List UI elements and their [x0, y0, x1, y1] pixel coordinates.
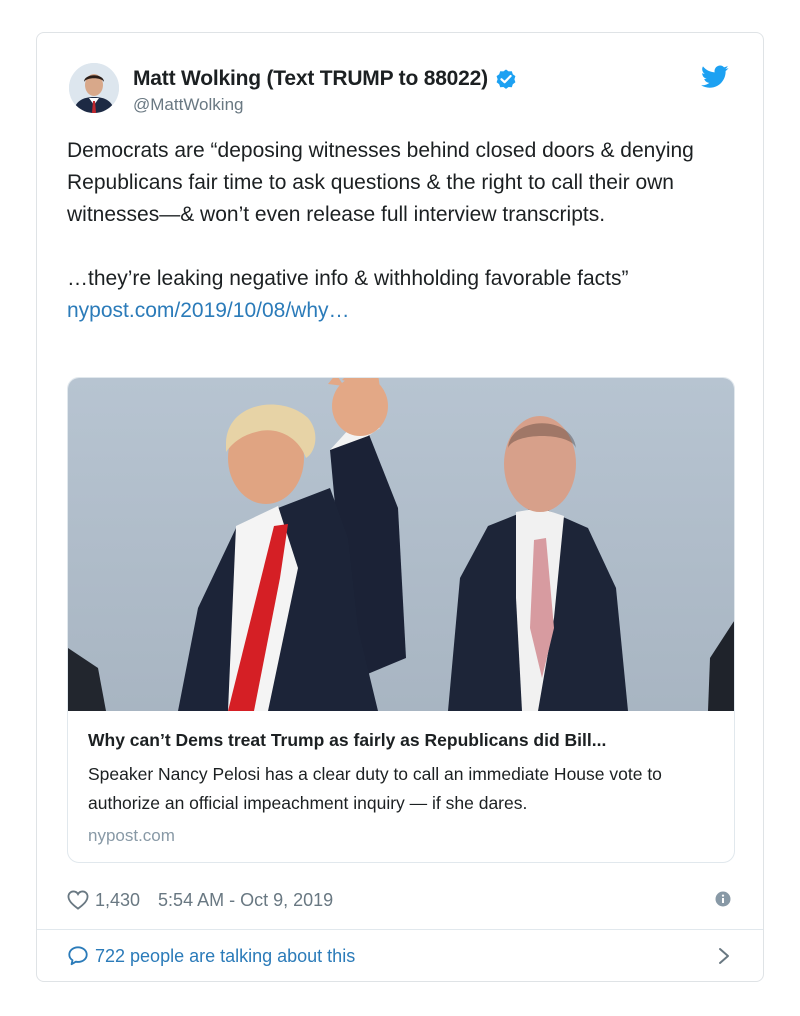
author-handle[interactable]: @MattWolking [133, 95, 518, 115]
heart-icon[interactable] [67, 890, 89, 910]
divider [37, 929, 763, 930]
link-preview-card[interactable]: Why can’t Dems treat Trump as fairly as … [67, 377, 735, 863]
card-description: Speaker Nancy Pelosi has a clear duty to… [88, 764, 662, 813]
avatar-image [69, 63, 119, 113]
chevron-right-icon[interactable] [717, 947, 731, 965]
tweet-embed-card[interactable]: Matt Wolking (Text TRUMP to 88022) @Matt… [36, 32, 764, 982]
conversation-label[interactable]: 722 people are talking about this [95, 946, 355, 967]
card-body[interactable]: Why can’t Dems treat Trump as fairly as … [88, 730, 718, 846]
tweet-meta-row: 1,430 5:54 AM - Oct 9, 2019 [67, 885, 735, 915]
conversation-link[interactable]: 722 people are talking about this [67, 941, 735, 971]
speech-bubble-icon [67, 945, 89, 967]
verified-badge-icon [494, 67, 518, 91]
card-photo[interactable] [68, 378, 734, 711]
tweet-paragraph: Democrats are “deposing witnesses behind… [67, 139, 694, 226]
tweet-url-link[interactable]: nypost.com/2019/10/08/why… [67, 299, 350, 322]
twitter-bird-icon[interactable] [701, 65, 729, 89]
tweet-header: Matt Wolking (Text TRUMP to 88022) @Matt… [69, 63, 733, 119]
like-count[interactable]: 1,430 [95, 890, 140, 911]
card-title[interactable]: Why can’t Dems treat Trump as fairly as … [88, 730, 718, 751]
info-icon[interactable] [715, 891, 731, 907]
tweet-text: Democrats are “deposing witnesses behind… [67, 135, 737, 327]
card-domain: nypost.com [88, 826, 175, 845]
display-name[interactable]: Matt Wolking (Text TRUMP to 88022) [133, 67, 488, 91]
tweet-timestamp[interactable]: 5:54 AM - Oct 9, 2019 [158, 890, 333, 911]
tweet-paragraph: …they’re leaking negative info & withhol… [67, 267, 629, 290]
author-info[interactable]: Matt Wolking (Text TRUMP to 88022) @Matt… [133, 67, 518, 115]
avatar[interactable] [69, 63, 119, 113]
